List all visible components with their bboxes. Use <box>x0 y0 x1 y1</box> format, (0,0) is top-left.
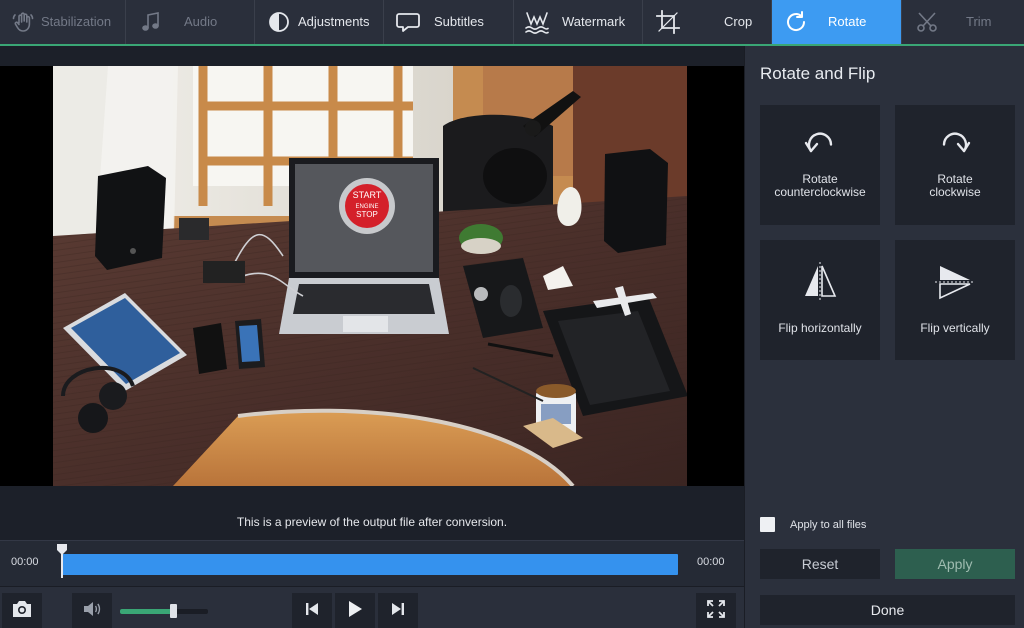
apply-button[interactable]: Apply <box>895 549 1015 579</box>
hand-icon <box>10 9 36 35</box>
tile-label: counterclockwise <box>774 185 866 199</box>
tab-watermark[interactable]: Watermark <box>514 0 643 44</box>
skip-back-icon <box>304 601 320 622</box>
mute-button[interactable] <box>72 593 112 628</box>
watermark-icon <box>524 9 550 35</box>
flip-vertical-icon <box>935 262 975 302</box>
tab-label: Watermark <box>562 14 626 29</box>
rotate-ccw-icon <box>800 127 840 167</box>
total-time: 00:00 <box>697 556 725 568</box>
tab-label: Subtitles <box>434 14 484 29</box>
volume-knob[interactable] <box>169 604 177 618</box>
playhead-handle[interactable] <box>57 544 67 578</box>
apply-to-all-label: Apply to all files <box>790 518 867 531</box>
volume-level <box>120 609 173 614</box>
rotate-cw-icon <box>935 127 975 167</box>
snapshot-button[interactable] <box>2 593 42 628</box>
tab-trim[interactable]: Trim <box>902 0 1024 44</box>
contrast-icon <box>266 9 292 35</box>
preview-note: This is a preview of the output file aft… <box>236 515 508 529</box>
tile-label: Flip horizontally <box>778 321 862 335</box>
preview-frame-image: START ENGINE STOP <box>53 66 687 486</box>
flip-horizontally-button[interactable]: Flip horizontally <box>760 240 880 360</box>
speaker-icon <box>82 600 102 623</box>
done-button[interactable]: Done <box>760 595 1015 625</box>
rotate-counterclockwise-button[interactable]: Rotate counterclockwise <box>760 105 880 225</box>
music-note-icon <box>138 9 164 35</box>
video-preview: START ENGINE STOP <box>0 66 744 486</box>
preview-area: START ENGINE STOP This is a preview of t… <box>0 46 744 540</box>
rotate-icon <box>783 9 809 35</box>
camera-icon <box>11 600 33 623</box>
tile-label: clockwise <box>929 185 981 199</box>
tab-label: Audio <box>184 14 218 29</box>
crop-icon <box>655 9 681 35</box>
volume-slider[interactable] <box>120 604 208 618</box>
tab-stabilization[interactable]: Stabilization <box>0 0 126 44</box>
tab-crop[interactable]: Crop <box>643 0 772 44</box>
reset-button[interactable]: Reset <box>760 549 880 579</box>
next-button[interactable] <box>378 593 418 628</box>
tab-label: Trim <box>966 14 992 29</box>
panel-title: Rotate and Flip <box>760 64 876 83</box>
tab-subtitles[interactable]: Subtitles <box>384 0 514 44</box>
apply-to-all-checkbox[interactable]: Apply to all files <box>760 517 866 532</box>
timeline: 00:00 00:00 <box>0 540 744 586</box>
tile-label: Flip vertically <box>920 321 990 335</box>
playback-controls <box>0 586 744 628</box>
flip-horizontal-icon <box>800 262 840 302</box>
tab-adjustments[interactable]: Adjustments <box>255 0 384 44</box>
current-time: 00:00 <box>11 556 39 568</box>
rotate-clockwise-button[interactable]: Rotate clockwise <box>895 105 1015 225</box>
previous-button[interactable] <box>292 593 332 628</box>
speech-bubble-icon <box>395 9 421 35</box>
tab-rotate[interactable]: Rotate <box>772 0 902 44</box>
tab-audio[interactable]: Audio <box>126 0 255 44</box>
rotate-flip-panel: Rotate and Flip Rotate counterclockwise … <box>744 46 1024 628</box>
tab-label: Crop <box>724 14 753 29</box>
tab-label: Rotate <box>828 14 867 29</box>
fullscreen-button[interactable] <box>696 593 736 628</box>
timeline-track[interactable] <box>61 554 678 575</box>
start-label: START <box>353 190 382 200</box>
video-editor-window: Stabilization Audio Adjustments Subtitle… <box>0 0 1024 628</box>
play-button[interactable] <box>335 593 375 628</box>
play-icon <box>347 600 363 623</box>
tab-label: Stabilization <box>41 14 112 29</box>
fullscreen-icon <box>706 599 726 624</box>
flip-vertically-button[interactable]: Flip vertically <box>895 240 1015 360</box>
skip-forward-icon <box>390 601 406 622</box>
tab-label: Adjustments <box>298 14 370 29</box>
editing-toolbar: Stabilization Audio Adjustments Subtitle… <box>0 0 1024 46</box>
stop-label: STOP <box>356 210 378 219</box>
scissors-icon <box>914 9 940 35</box>
checkbox-box[interactable] <box>760 517 775 532</box>
